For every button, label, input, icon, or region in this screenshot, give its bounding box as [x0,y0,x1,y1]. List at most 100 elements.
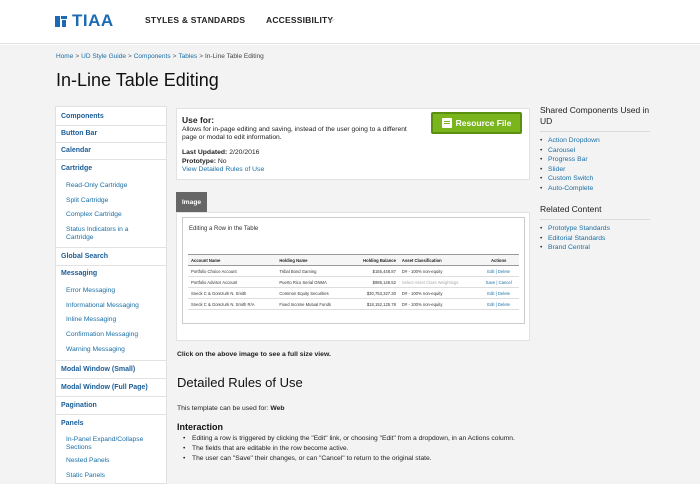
list-item: The user can "Save" their changes, or ca… [183,455,528,463]
table-cell: Sneck C & Gorezurk N. Smith R/A [188,298,277,310]
table-cell: Fixed Income Mutual Funds [276,298,350,310]
table-cell: Puerto Rico Serial GNMA [276,276,350,288]
table-cell: Common Equity Securities [276,287,350,299]
breadcrumb-components[interactable]: Components [134,53,171,60]
sidebar-item-confirmation-messaging[interactable]: Confirmation Messaging [56,331,166,339]
image-panel: Editing a Row in the Table Account Name … [176,212,530,341]
tiaa-logo-icon [55,15,68,28]
link-prototype-standards[interactable]: Prototype Standards [540,224,610,234]
sidebar-item-read-only-cartridge[interactable]: Read-Only Cartridge [56,182,166,190]
example-caption: Editing a Row in the Table [189,226,259,232]
sidebar-item-inline-messaging[interactable]: Inline Messaging [56,316,166,324]
sidebar-item-panels[interactable]: Panels [56,419,166,428]
sidebar-item-static-panels[interactable]: Static Panels [56,472,166,480]
sidebar-item-button-bar[interactable]: Button Bar [56,129,166,138]
related-content-heading: Related Content [540,204,602,214]
nav-styles-standards[interactable]: STYLES & STANDARDS ﹀ [145,15,246,27]
sidebar-item-modal-window-full[interactable]: Modal Window (Full Page) [56,383,166,392]
sidebar-item-informational-messaging[interactable]: Informational Messaging [56,302,166,310]
sidebar-item-pagination[interactable]: Pagination [56,401,166,410]
example-image[interactable]: Editing a Row in the Table Account Name … [182,217,525,324]
table-cell: Tribal Bond Gaming [276,265,350,277]
detailed-rules-heading: Detailed Rules of Use [177,375,303,390]
breadcrumb: Home > UD Style Guide > Components > Tables > In… [56,53,264,60]
column-header: Account Name [188,254,277,266]
logo-text: TIAA [72,11,114,30]
nav-accessibility[interactable]: ACCESSIBILITY ﹀ [266,15,336,27]
breadcrumb-home[interactable]: Home [56,53,73,60]
row-actions: Edit | Delete [478,298,519,310]
interaction-heading: Interaction [177,422,224,432]
table-cell: Portfolio Choice Account [188,265,277,277]
row-actions: Edit | Delete [478,287,519,299]
table-cell: $985,148.52 [349,276,399,288]
table-cell: D# - 100% non-equity [398,265,479,277]
sidebar-nav: Components Button Bar Calendar Cartridge… [55,106,167,484]
column-header: Asset Classification [398,254,479,266]
breadcrumb-tables[interactable]: Tables [178,53,197,60]
sidebar-item-modal-window-small[interactable]: Modal Window (Small) [56,365,166,374]
table-cell: D# - 100% non-equity [398,298,479,310]
link-carousel[interactable]: Carousel [540,146,600,156]
row-actions: Save | Cancel [478,276,519,288]
sidebar-item-in-panel-expand[interactable]: In-Panel Expand/Collapse Sections [56,436,156,452]
sidebar-item-split-cartridge[interactable]: Split Cartridge [56,197,166,205]
sidebar-item-complex-cartridge[interactable]: Complex Cartridge [56,211,166,219]
shared-components-list: Action Dropdown Carousel Progress Bar Sl… [540,136,600,194]
use-for-title: Use for: [182,115,215,125]
table-cell: Sneck C & Gorezurk N. Smith [188,287,277,299]
click-image-note: Click on the above image to see a full s… [177,351,331,358]
sidebar-item-global-search[interactable]: Global Search [56,252,166,261]
sidebar-item-messaging[interactable]: Messaging [56,269,166,278]
table-row: Sneck C & Gorezurk N. Smith Common Equit… [188,287,519,299]
link-custom-switch[interactable]: Custom Switch [540,174,600,184]
link-editorial-standards[interactable]: Editorial Standards [540,234,610,244]
sidebar-item-nested-panels[interactable]: Nested Panels [56,457,166,465]
table-cell: Portfolio Advisor Account [188,276,277,288]
chevron-down-icon: ﹀ [328,20,336,27]
column-header: Holding Balance [349,254,399,266]
sidebar-item-status-indicators[interactable]: Status Indicators in a Cartridge [56,226,156,242]
resource-file-label: Resource File [455,118,512,128]
table-row: Sneck C & Gorezurk N. Smith R/A Fixed In… [188,298,519,310]
nav-label: ACCESSIBILITY [266,15,334,25]
link-brand-central[interactable]: Brand Central [540,243,610,253]
interaction-list: Editing a row is triggered by clicking t… [183,435,528,465]
table-cell: $18,152,125.78 [349,298,399,310]
prototype-status: Prototype: No [182,157,227,165]
column-header: Holding Name [276,254,350,266]
resource-file-button[interactable]: Resource File [431,112,522,134]
shared-components-heading: Shared Components Used in UD [540,105,650,126]
row-actions: Edit | Delete [478,265,519,277]
table-cell: D# - 100% non-equity [398,287,479,299]
last-updated: Last Updated: 2/20/2016 [182,149,260,156]
page-title: In-Line Table Editing [56,70,219,90]
link-progress-bar[interactable]: Progress Bar [540,155,600,165]
example-table: Account Name Holding Name Holding Balanc… [188,254,519,310]
sidebar-item-components[interactable]: Components [56,112,166,121]
breadcrumb-current: In-Line Table Editing [204,53,264,60]
link-auto-complete[interactable]: Auto-Complete [540,184,600,194]
column-header: Actions [478,254,519,266]
sidebar-item-cartridge[interactable]: Cartridge [56,164,166,173]
link-action-dropdown[interactable]: Action Dropdown [540,136,600,146]
top-header: TIAA STYLES & STANDARDS ﹀ ACCESSIBILITY … [0,0,700,44]
template-usage: This template can be used for: Web [177,405,285,412]
nav-label: STYLES & STANDARDS [145,15,246,25]
breadcrumb-ud-style-guide[interactable]: UD Style Guide [81,53,126,60]
table-cell: $30,753,327.30 [349,287,399,299]
sidebar-item-error-messaging[interactable]: Error Messaging [56,287,166,295]
link-slider[interactable]: Slider [540,165,600,175]
document-icon [441,118,452,128]
use-for-panel: Use for: Allows for in-page editing and … [176,108,530,180]
sidebar-item-calendar[interactable]: Calendar [56,146,166,155]
tiaa-logo[interactable]: TIAA [55,11,114,31]
sidebar-item-warning-messaging[interactable]: Warning Messaging [56,346,166,354]
view-detailed-rules-link[interactable]: View Detailed Rules of Use [182,166,264,173]
asset-class-select: Select Asset Class Weightings [398,276,479,288]
table-cell: $155,448.87 [349,265,399,277]
tab-image[interactable]: Image [176,192,207,212]
table-row: Portfolio Choice Account Tribal Bond Gam… [188,265,519,277]
related-content-list: Prototype Standards Editorial Standards … [540,224,610,253]
use-for-description: Allows for in-page editing and saving, i… [182,126,407,141]
